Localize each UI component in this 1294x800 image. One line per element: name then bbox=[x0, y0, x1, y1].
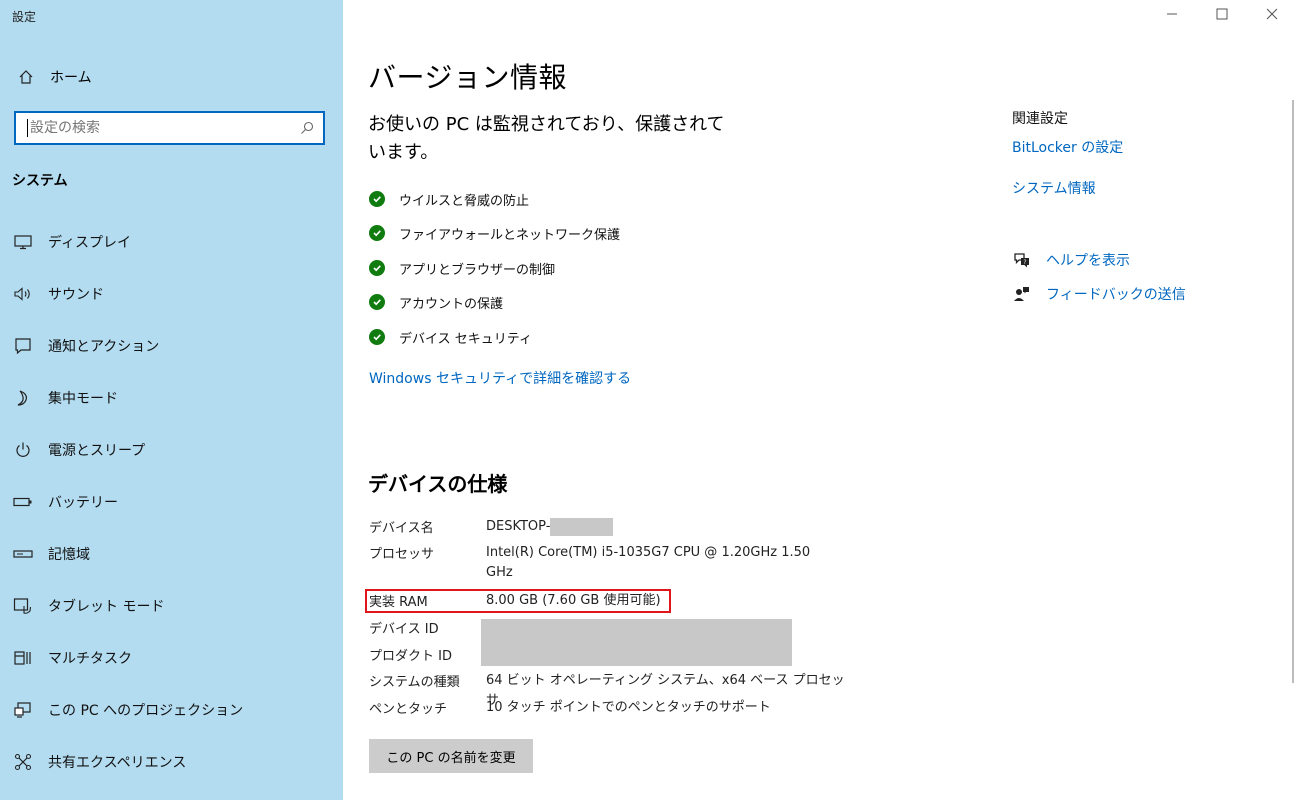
home-icon bbox=[16, 69, 36, 85]
check-item-label: アプリとブラウザーの制御 bbox=[399, 262, 556, 278]
rename-pc-button[interactable]: この PC の名前を変更 bbox=[369, 739, 533, 773]
app-title: 設定 bbox=[12, 10, 37, 24]
spec-value: DESKTOP- bbox=[486, 517, 831, 537]
minimize-icon bbox=[1167, 13, 1177, 15]
search-box[interactable] bbox=[14, 111, 325, 145]
sound-icon bbox=[12, 283, 34, 305]
power-icon bbox=[12, 439, 34, 461]
moon-icon bbox=[12, 387, 34, 409]
check-item: ファイアウォールとネットワーク保護 bbox=[369, 223, 620, 243]
feedback-label: フィードバックの送信 bbox=[1046, 287, 1186, 303]
sidebar-item-shared[interactable]: 共有エクスペリエンス bbox=[12, 749, 186, 775]
windows-security-link[interactable]: Windows セキュリティで詳細を確認する bbox=[369, 368, 631, 388]
system-info-link[interactable]: システム情報 bbox=[1012, 178, 1096, 198]
sidebar-home[interactable]: ホーム bbox=[16, 66, 92, 88]
sidebar-item-multitask[interactable]: マルチタスク bbox=[12, 645, 132, 671]
maximize-icon bbox=[1216, 8, 1228, 20]
battery-icon bbox=[12, 491, 34, 513]
sidebar-item-label: 集中モード bbox=[48, 391, 118, 407]
check-item: ウイルスと脅威の防止 bbox=[369, 189, 529, 209]
sidebar-item-label: タブレット モード bbox=[48, 599, 165, 615]
sidebar-item-label: 通知とアクション bbox=[48, 339, 160, 355]
sidebar-item-label: 記憶域 bbox=[48, 547, 90, 563]
feedback-link[interactable]: フィードバックの送信 bbox=[1012, 283, 1186, 305]
spec-key: デバイス名 bbox=[369, 521, 434, 536]
help-icon: ? bbox=[1012, 250, 1032, 270]
sidebar-item-sound[interactable]: サウンド bbox=[12, 281, 104, 307]
sidebar-item-focus[interactable]: 集中モード bbox=[12, 385, 118, 411]
check-item-label: デバイス セキュリティ bbox=[399, 331, 532, 347]
close-button[interactable] bbox=[1262, 4, 1282, 24]
help-label: ヘルプを表示 bbox=[1046, 253, 1130, 269]
spec-key: プロダクト ID bbox=[369, 649, 452, 664]
sidebar-item-tablet[interactable]: タブレット モード bbox=[12, 593, 164, 619]
sidebar-item-notifications[interactable]: 通知とアクション bbox=[12, 333, 159, 359]
checkmark-icon bbox=[369, 294, 385, 310]
check-item-label: アカウントの保護 bbox=[399, 296, 504, 312]
search-icon[interactable] bbox=[299, 120, 315, 136]
checkmark-icon bbox=[369, 329, 385, 345]
sidebar-item-battery[interactable]: バッテリー bbox=[12, 489, 118, 515]
related-settings-title: 関連設定 bbox=[1012, 111, 1068, 127]
check-item-label: ファイアウォールとネットワーク保護 bbox=[399, 227, 621, 243]
sidebar-item-label: 電源とスリープ bbox=[48, 443, 146, 459]
sidebar-item-label: この PC へのプロジェクション bbox=[48, 703, 244, 719]
close-icon bbox=[1266, 8, 1278, 20]
sidebar: 設定 ホーム システム ディスプレイ サウンド 通知とアクション 集中モード 電… bbox=[0, 0, 343, 800]
multitask-icon bbox=[12, 647, 34, 669]
ram-highlight-box bbox=[365, 589, 671, 613]
page-title: バージョン情報 bbox=[368, 61, 567, 94]
section-label-system: システム bbox=[12, 173, 68, 189]
sidebar-item-power[interactable]: 電源とスリープ bbox=[12, 437, 145, 463]
minimize-button[interactable] bbox=[1162, 4, 1182, 24]
checkmark-icon bbox=[369, 225, 385, 241]
help-link[interactable]: ? ヘルプを表示 bbox=[1012, 249, 1130, 271]
checkmark-icon bbox=[369, 260, 385, 276]
spec-row-pen-touch: ペンとタッチ 10 タッチ ポイントでのペンとタッチのサポート bbox=[369, 698, 846, 718]
spec-row-device-name: デバイス名 DESKTOP- bbox=[369, 517, 831, 537]
redacted-block bbox=[550, 517, 614, 536]
check-item: アプリとブラウザーの制御 bbox=[369, 258, 555, 278]
spec-key: ペンとタッチ bbox=[369, 702, 448, 717]
sidebar-item-projection[interactable]: この PC へのプロジェクション bbox=[12, 697, 243, 723]
device-name-value: DESKTOP- bbox=[486, 519, 551, 534]
sidebar-item-label: サウンド bbox=[48, 287, 104, 303]
sidebar-item-label: マルチタスク bbox=[48, 651, 132, 667]
display-icon bbox=[12, 231, 34, 253]
share-icon bbox=[12, 751, 34, 773]
spec-value: 10 タッチ ポイントでのペンとタッチのサポート bbox=[486, 700, 771, 715]
spec-row-processor: プロセッサ Intel(R) Core(TM) i5-1035G7 CPU @ … bbox=[369, 543, 831, 583]
spec-value: Intel(R) Core(TM) i5-1035G7 CPU @ 1.20GH… bbox=[486, 545, 811, 580]
projection-icon bbox=[12, 699, 34, 721]
sidebar-home-label: ホーム bbox=[50, 70, 92, 86]
check-item: アカウントの保護 bbox=[369, 292, 503, 312]
feedback-icon bbox=[1012, 284, 1032, 304]
notification-icon bbox=[12, 335, 34, 357]
protection-message: お使いの PC は監視されており、保護されています。 bbox=[368, 114, 725, 163]
redacted-block bbox=[481, 619, 792, 666]
svg-text:?: ? bbox=[1023, 259, 1026, 266]
text-caret bbox=[27, 119, 28, 137]
tablet-icon bbox=[12, 595, 34, 617]
bitlocker-link[interactable]: BitLocker の設定 bbox=[1012, 137, 1123, 157]
sidebar-item-label: ディスプレイ bbox=[48, 235, 132, 251]
check-item: デバイス セキュリティ bbox=[369, 327, 532, 347]
check-item-label: ウイルスと脅威の防止 bbox=[399, 193, 530, 209]
sidebar-item-label: バッテリー bbox=[48, 495, 118, 511]
checkmark-icon bbox=[369, 191, 385, 207]
spec-key: プロセッサ bbox=[369, 547, 435, 562]
sidebar-item-label: 共有エクスペリエンス bbox=[48, 755, 187, 771]
storage-icon bbox=[12, 543, 34, 565]
specs-title: デバイスの仕様 bbox=[368, 472, 508, 496]
maximize-button[interactable] bbox=[1212, 4, 1232, 24]
spec-key: デバイス ID bbox=[369, 622, 439, 637]
search-input[interactable] bbox=[30, 120, 299, 136]
sidebar-item-display[interactable]: ディスプレイ bbox=[12, 229, 131, 255]
sidebar-item-storage[interactable]: 記憶域 bbox=[12, 541, 90, 567]
